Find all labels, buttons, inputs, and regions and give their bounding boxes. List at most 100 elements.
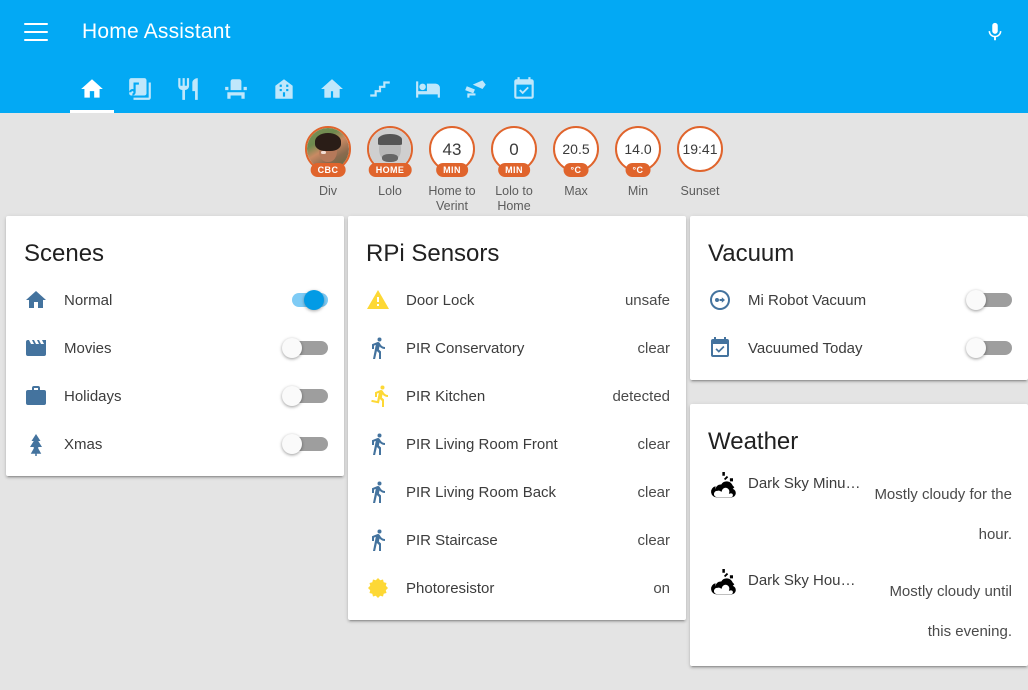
row-movies[interactable]: Movies bbox=[6, 324, 344, 372]
column-right: Vacuum Mi Robot Vacuum Vacuumed Today Wea… bbox=[690, 216, 1028, 690]
badge-pill: CBC bbox=[310, 162, 346, 177]
badge-circle[interactable]: 0 MIN bbox=[491, 126, 537, 177]
badge-circle[interactable]: 43 MIN bbox=[429, 126, 475, 177]
toggle-vacuumed-today[interactable] bbox=[966, 336, 1012, 360]
row-state: unsafe bbox=[624, 291, 670, 309]
row-pir-staircase[interactable]: PIR Staircase clear bbox=[348, 516, 686, 564]
tab-stairs[interactable] bbox=[356, 64, 404, 113]
row-label: PIR Kitchen bbox=[406, 387, 486, 405]
badge-strip: CBC Div HOME Lolo 43 MIN Home to Verint 0 MIN Lol… bbox=[0, 113, 1028, 216]
toggle-normal[interactable] bbox=[282, 288, 328, 312]
row-photoresistor[interactable]: Photoresistor on bbox=[348, 564, 686, 612]
row-normal[interactable]: Normal bbox=[6, 276, 344, 324]
menu-line-2 bbox=[24, 31, 48, 33]
tab-cameras[interactable] bbox=[452, 64, 500, 113]
row-label: PIR Living Room Back bbox=[406, 483, 557, 501]
tab-calendar[interactable] bbox=[500, 64, 548, 113]
tab-bedroom[interactable] bbox=[404, 64, 452, 113]
badge-value: 20.5 bbox=[562, 141, 590, 157]
badge-circle[interactable]: 14.0 °C bbox=[615, 126, 661, 177]
toggle-mi-robot-vacuum[interactable] bbox=[966, 288, 1012, 312]
run-icon bbox=[371, 385, 388, 407]
badge-home-to-verint[interactable]: 43 MIN Home to Verint bbox=[425, 126, 479, 214]
walk-icon bbox=[372, 481, 385, 503]
menu-line-1 bbox=[24, 23, 48, 25]
row-label: Normal bbox=[64, 291, 113, 309]
row-mi-robot-vacuum[interactable]: Mi Robot Vacuum bbox=[690, 276, 1028, 324]
toggle-movies[interactable] bbox=[282, 336, 328, 360]
menu-line-3 bbox=[24, 39, 48, 41]
toggle-xmas[interactable] bbox=[282, 432, 328, 456]
badge-sunset[interactable]: 19:41 Sunset bbox=[673, 126, 727, 199]
row-door-lock[interactable]: Door Lock unsafe bbox=[348, 276, 686, 324]
calendar-check-icon bbox=[711, 337, 729, 357]
row-icon bbox=[708, 288, 748, 312]
card-scenes: Scenes Normal Movies Holidays Xmas bbox=[6, 216, 344, 476]
row-pir-kitchen[interactable]: PIR Kitchen detected bbox=[348, 372, 686, 420]
badge-label: Min bbox=[627, 184, 649, 198]
row-pir-living-room-front[interactable]: PIR Living Room Front clear bbox=[348, 420, 686, 468]
tab-house[interactable] bbox=[260, 64, 308, 113]
pine-tree-icon bbox=[30, 434, 42, 456]
badge-lolo[interactable]: HOME Lolo bbox=[363, 126, 417, 199]
badge-label: Home to Verint bbox=[428, 184, 476, 213]
badge-lolo-to-home[interactable]: 0 MIN Lolo to Home bbox=[487, 126, 541, 214]
row-pir-conservatory[interactable]: PIR Conservatory clear bbox=[348, 324, 686, 372]
hamburger-menu-icon[interactable] bbox=[24, 23, 48, 41]
row-label: Door Lock bbox=[406, 291, 475, 309]
card-title-vacuum: Vacuum bbox=[708, 240, 795, 267]
badge-circle[interactable]: 19:41 bbox=[677, 126, 723, 172]
movie-icon bbox=[26, 340, 46, 356]
tab-living-room[interactable] bbox=[212, 64, 260, 113]
tab-kitchen[interactable] bbox=[164, 64, 212, 113]
tab-home[interactable] bbox=[68, 64, 116, 113]
walk-icon bbox=[372, 337, 385, 359]
row-vacuumed-today[interactable]: Vacuumed Today bbox=[690, 324, 1028, 372]
page-title: Home Assistant bbox=[82, 20, 231, 43]
microphone-icon[interactable] bbox=[980, 17, 1010, 47]
brightness-sun-icon bbox=[368, 578, 388, 598]
badge-pill: °C bbox=[625, 162, 651, 177]
app-bar: Home Assistant bbox=[0, 0, 1028, 113]
badge-min[interactable]: 14.0 °C Min bbox=[611, 126, 665, 199]
card-vacuum: Vacuum Mi Robot Vacuum Vacuumed Today bbox=[690, 216, 1028, 380]
row-label: PIR Living Room Front bbox=[406, 435, 558, 453]
row-holidays[interactable]: Holidays bbox=[6, 372, 344, 420]
badge-circle[interactable]: CBC bbox=[305, 126, 351, 177]
row-icon bbox=[24, 336, 64, 360]
row-icon bbox=[24, 384, 64, 408]
badge-circle[interactable]: 20.5 °C bbox=[553, 126, 599, 177]
badge-pill: HOME bbox=[368, 162, 412, 177]
row-icon bbox=[708, 567, 748, 599]
toggle-knob bbox=[282, 338, 302, 358]
row-icon bbox=[366, 384, 406, 408]
badge-max[interactable]: 20.5 °C Max bbox=[549, 126, 603, 199]
scenes-rows: Normal Movies Holidays Xmas bbox=[6, 276, 344, 468]
row-state: Mostly cloudy for the hour. bbox=[874, 486, 1012, 543]
badge-pill: °C bbox=[563, 162, 589, 177]
badge-value: 43 bbox=[442, 139, 462, 159]
column-left: Scenes Normal Movies Holidays Xmas bbox=[6, 216, 344, 500]
robot-vacuum-icon bbox=[710, 290, 730, 310]
row-state: clear bbox=[637, 435, 670, 453]
row-state: clear bbox=[637, 339, 670, 357]
badge-label: Lolo bbox=[378, 184, 402, 198]
row-pir-living-room-back[interactable]: PIR Living Room Back clear bbox=[348, 468, 686, 516]
badge-label: Div bbox=[318, 184, 338, 198]
briefcase-icon bbox=[26, 386, 46, 405]
badge-circle[interactable]: HOME bbox=[367, 126, 413, 177]
card-title-weather: Weather bbox=[708, 428, 799, 455]
weather-partly-cloudy-icon bbox=[711, 472, 736, 498]
tab-media[interactable] bbox=[116, 64, 164, 113]
badge-label: Max bbox=[564, 184, 588, 198]
badge-div[interactable]: CBC Div bbox=[301, 126, 355, 199]
tab-outside[interactable] bbox=[308, 64, 356, 113]
row-dark-sky-minute[interactable]: Dark Sky Minute… Mostly cloudy for the ho… bbox=[690, 464, 1028, 561]
toggle-knob bbox=[304, 290, 324, 310]
toggle-knob bbox=[282, 434, 302, 454]
weather-rows: Dark Sky Minute… Mostly cloudy for the ho… bbox=[690, 464, 1028, 658]
tab-bar bbox=[0, 64, 1028, 113]
toggle-holidays[interactable] bbox=[282, 384, 328, 408]
row-xmas[interactable]: Xmas bbox=[6, 420, 344, 468]
row-dark-sky-hou[interactable]: Dark Sky Hou… Mostly cloudy until this ev… bbox=[690, 561, 1028, 658]
